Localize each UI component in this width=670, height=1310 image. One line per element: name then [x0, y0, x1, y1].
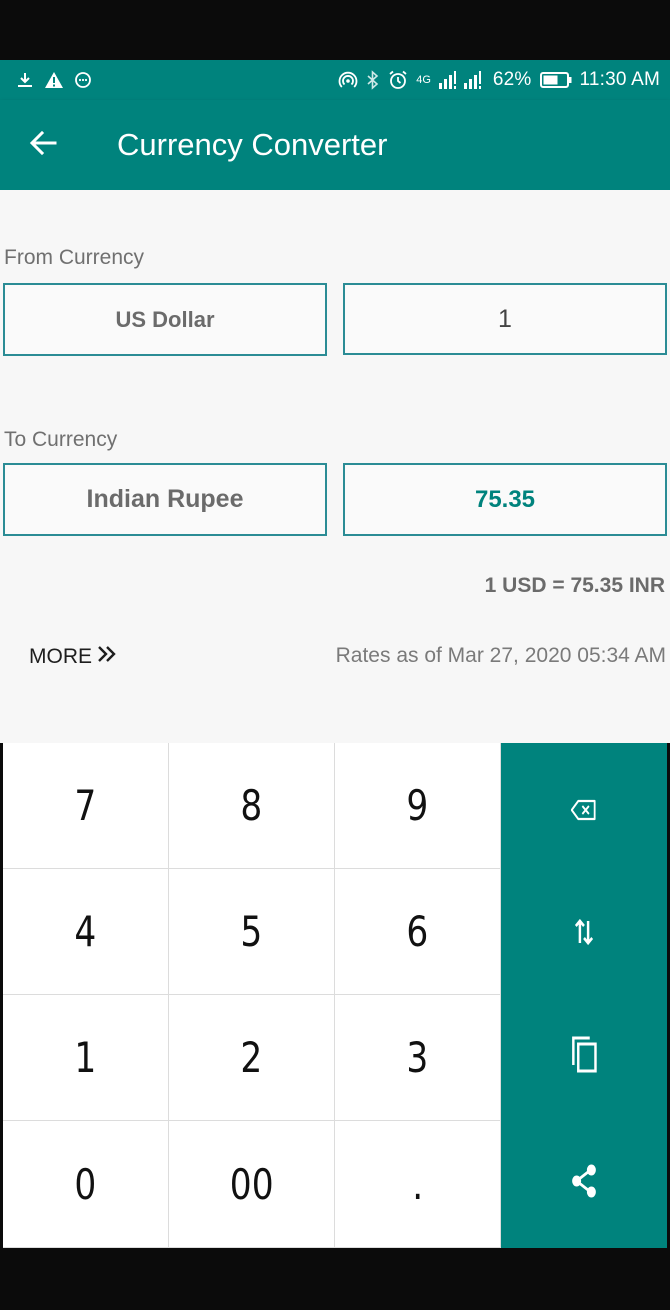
result-field[interactable]: 75.35 [343, 463, 667, 536]
amount-input[interactable] [345, 285, 665, 353]
clock: 11:30 AM [579, 69, 660, 90]
key-4[interactable]: 4 [3, 869, 169, 995]
rates-updated-text: Rates as of Mar 27, 2020 05:34 AM [335, 644, 666, 667]
status-bar: 4G 62% 11:30 AM [0, 60, 670, 100]
more-button[interactable]: MORE [29, 644, 118, 670]
to-currency-value: Indian Rupee [86, 485, 244, 513]
converter-panel: From Currency US Dollar To Currency Indi… [0, 190, 670, 743]
chat-bubble-icon [74, 71, 92, 89]
battery-icon [539, 71, 572, 89]
hotspot-icon [338, 70, 358, 90]
keypad: 7 8 9 4 5 6 1 2 3 0 00 . [3, 743, 667, 1248]
network-type: 4G [416, 74, 431, 86]
amount-field-box[interactable] [343, 283, 667, 355]
result-value: 75.35 [474, 485, 536, 513]
from-currency-value: US Dollar [115, 306, 215, 332]
back-button[interactable] [0, 100, 92, 190]
bottom-black-bar [0, 1248, 670, 1310]
backspace-icon [570, 782, 597, 831]
key-8[interactable]: 8 [169, 743, 335, 869]
double-chevron-right-icon [96, 644, 118, 670]
key-0[interactable]: 0 [3, 1121, 169, 1248]
exchange-rate-text: 1 USD = 75.35 INR [484, 574, 665, 597]
bluetooth-icon [366, 70, 380, 90]
warning-icon [44, 71, 64, 89]
copy-button[interactable] [501, 995, 667, 1121]
key-5[interactable]: 5 [169, 869, 335, 995]
from-currency-select[interactable]: US Dollar [3, 283, 327, 356]
app-bar: Currency Converter [0, 100, 670, 190]
key-3[interactable]: 3 [335, 995, 501, 1121]
swap-button[interactable] [501, 869, 667, 995]
to-currency-label: To Currency [4, 428, 118, 451]
arrow-left-icon [28, 128, 58, 163]
top-black-bar [0, 0, 670, 60]
more-label: MORE [29, 645, 92, 668]
swap-icon [573, 908, 594, 957]
key-9[interactable]: 9 [335, 743, 501, 869]
copy-icon [570, 1034, 598, 1083]
key-6[interactable]: 6 [335, 869, 501, 995]
key-2[interactable]: 2 [169, 995, 335, 1121]
key-decimal[interactable]: . [335, 1121, 501, 1248]
signal-icon [438, 71, 485, 89]
key-1[interactable]: 1 [3, 995, 169, 1121]
key-00[interactable]: 00 [169, 1121, 335, 1248]
share-icon [570, 1160, 598, 1209]
to-currency-select[interactable]: Indian Rupee [3, 463, 327, 536]
battery-percent: 62% [492, 69, 532, 90]
from-currency-label: From Currency [4, 246, 145, 269]
key-7[interactable]: 7 [3, 743, 169, 869]
backspace-button[interactable] [501, 743, 667, 869]
page-title: Currency Converter [117, 127, 388, 162]
download-icon [16, 71, 34, 89]
share-button[interactable] [501, 1121, 667, 1248]
alarm-icon [388, 70, 408, 90]
